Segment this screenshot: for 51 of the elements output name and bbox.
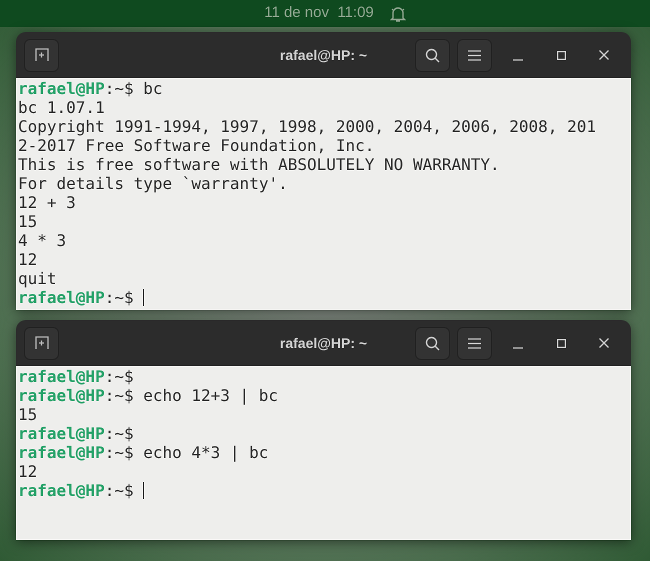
menu-icon xyxy=(468,50,481,60)
prompt-path: :~$ xyxy=(104,367,134,386)
search-button[interactable] xyxy=(415,38,450,72)
search-button[interactable] xyxy=(415,326,450,360)
prompt-path: :~$ xyxy=(104,481,134,500)
prompt-path: :~$ xyxy=(104,386,134,405)
prompt-user: rafael@HP xyxy=(18,481,105,500)
output-line: quit xyxy=(18,269,57,288)
close-icon xyxy=(599,338,609,348)
prompt-user: rafael@HP xyxy=(18,443,105,462)
output-line: 15 xyxy=(18,405,38,424)
command-text: echo 4*3 | bc xyxy=(143,443,268,462)
prompt-user: rafael@HP xyxy=(18,367,105,386)
new-tab-icon xyxy=(34,336,48,350)
search-icon xyxy=(425,48,440,62)
bell-icon[interactable] xyxy=(390,4,406,22)
prompt-path: :~$ xyxy=(104,288,134,307)
menu-button[interactable] xyxy=(457,38,492,72)
prompt-user: rafael@HP xyxy=(18,386,105,405)
minimize-icon xyxy=(513,346,523,348)
output-line: 12 + 3 xyxy=(18,193,76,212)
maximize-icon xyxy=(556,338,566,348)
new-tab-button[interactable] xyxy=(24,326,59,360)
output-line: 12 xyxy=(18,250,38,269)
output-line: 15 xyxy=(18,212,38,231)
minimize-icon xyxy=(513,58,523,60)
menu-button[interactable] xyxy=(457,326,492,360)
output-line: 2-2017 Free Software Foundation, Inc. xyxy=(18,136,374,155)
output-line: 12 xyxy=(18,462,38,481)
clock[interactable]: 11 de nov 11:09 xyxy=(264,2,374,25)
output-line: 4 * 3 xyxy=(18,231,66,250)
prompt-user: rafael@HP xyxy=(18,79,105,98)
output-line: This is free software with ABSOLUTELY NO WARRANTY. xyxy=(18,155,500,174)
close-icon xyxy=(599,50,609,60)
prompt-user: rafael@HP xyxy=(18,424,105,443)
menu-icon xyxy=(468,338,481,348)
window-title: rafael@HP: ~ xyxy=(280,334,368,352)
new-tab-icon xyxy=(34,48,48,62)
prompt-user: rafael@HP xyxy=(18,288,105,307)
output-line: Copyright 1991-1994, 1997, 1998, 2000, 2004, 2006, 2008, 201 xyxy=(18,117,596,136)
prompt-path: :~$ xyxy=(104,79,134,98)
command-text: bc xyxy=(143,79,162,98)
command-text: echo 12+3 | bc xyxy=(143,386,278,405)
new-tab-button[interactable] xyxy=(24,38,59,72)
search-icon xyxy=(425,336,440,350)
output-line: For details type `warranty'. xyxy=(18,174,288,193)
prompt-path: :~$ xyxy=(104,443,134,462)
window-title: rafael@HP: ~ xyxy=(280,46,368,64)
maximize-icon xyxy=(556,50,566,60)
output-line: bc 1.07.1 xyxy=(18,98,105,117)
prompt-path: :~$ xyxy=(104,424,134,443)
